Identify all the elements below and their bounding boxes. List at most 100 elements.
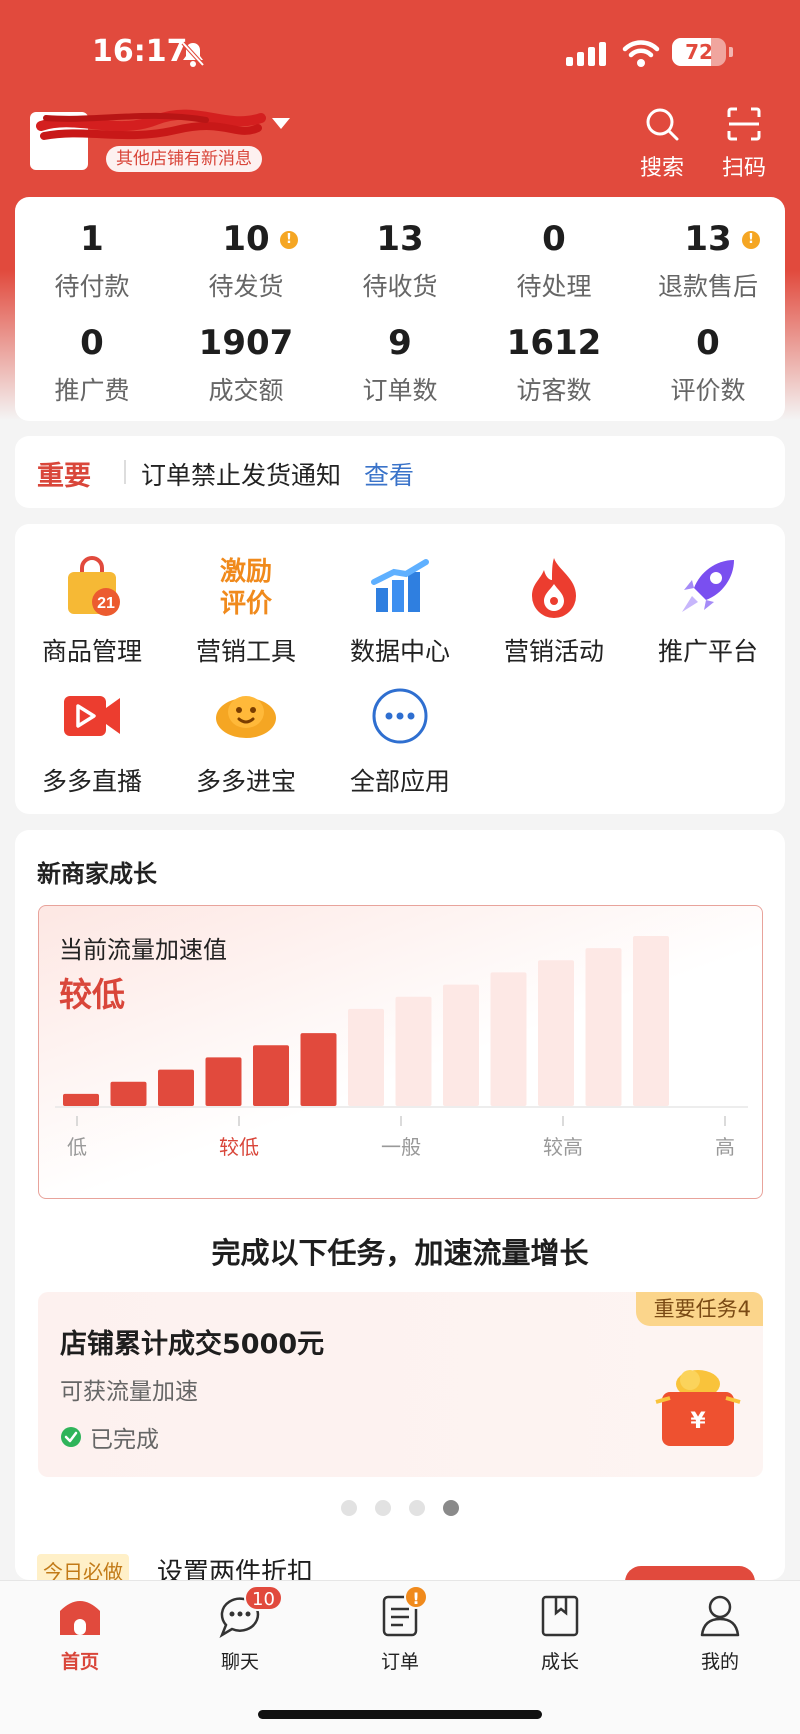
rocket-icon: [682, 560, 734, 612]
stat-value: 13: [684, 219, 732, 259]
task-subtitle: 可获流量加速: [60, 1379, 198, 1405]
stat-gmv[interactable]: 1907 成交额: [169, 323, 323, 407]
app-grid: 21 商品管理 激励 评价 营销工具 数据中心 营销活动 推广平台 多多直播 多…: [15, 524, 785, 814]
scan-button[interactable]: 扫码: [714, 106, 774, 182]
pager-dot[interactable]: [443, 1500, 459, 1516]
speed-bar: [633, 936, 669, 1106]
tab-orders[interactable]: ! 订单: [345, 1585, 455, 1674]
check-circle-icon: [61, 1427, 81, 1447]
stat-promotion-fee[interactable]: 0 推广费: [15, 323, 169, 407]
speed-tick-label: 一般: [381, 1135, 421, 1159]
notice-divider: [124, 460, 126, 484]
status-bar: 16:17 72: [0, 0, 800, 110]
traffic-speed-panel[interactable]: 低较低 一般 较高高 当前流量加速值 较低: [38, 905, 763, 1199]
app-label: 商品管理: [41, 637, 142, 666]
app-promotion-platform[interactable]: 推广平台: [631, 554, 785, 668]
search-label: 搜索: [639, 156, 684, 181]
growth-title: 新商家成长: [37, 860, 157, 888]
stat-value: 1: [80, 219, 104, 259]
stat-value: 9: [388, 323, 412, 363]
notice-view-link[interactable]: 查看: [364, 456, 414, 492]
speed-bar: [538, 960, 574, 1106]
alert-badge-icon: !: [280, 231, 298, 249]
home-icon: [60, 1601, 100, 1635]
speed-tick-label: 低: [67, 1135, 87, 1159]
pager-dot[interactable]: [409, 1500, 425, 1516]
tab-growth[interactable]: 成长: [505, 1591, 615, 1674]
app-duoduo-jinbao[interactable]: 多多进宝: [169, 684, 323, 798]
battery-nub: [729, 47, 733, 57]
review-text: 评价: [220, 589, 273, 618]
pager-dot[interactable]: [375, 1500, 391, 1516]
app-duoduo-live[interactable]: 多多直播: [15, 684, 169, 798]
stat-label: 推广费: [54, 376, 130, 405]
scan-label: 扫码: [721, 156, 766, 181]
app-all-apps[interactable]: 全部应用: [323, 684, 477, 798]
app-label: 多多进宝: [195, 767, 296, 796]
stat-value: 1907: [198, 323, 294, 363]
red-envelope-reward-icon: ¥: [655, 1370, 741, 1446]
speed-bar: [205, 1057, 242, 1106]
app-label: 全部应用: [349, 767, 450, 796]
task-title: 店铺累计成交5000元: [60, 1329, 325, 1360]
stat-label: 待收货: [362, 272, 438, 301]
stat-label: 待发货: [208, 272, 284, 301]
stat-pending-handling[interactable]: 0 待处理: [477, 219, 631, 303]
product-count-badge: 21: [97, 595, 115, 612]
speed-tick-label: 高: [715, 1135, 735, 1159]
important-notice-bar[interactable]: 重要 订单禁止发货通知 查看: [15, 436, 785, 508]
cellular-signal-icon: [566, 42, 606, 66]
store-switch-caret-icon[interactable]: [272, 118, 290, 129]
home-indicator[interactable]: [258, 1710, 542, 1719]
tasks-title: 完成以下任务，加速流量增长: [211, 1236, 589, 1270]
speed-bar: [490, 972, 527, 1106]
tab-label: 聊天: [220, 1651, 259, 1673]
stat-pending-shipment[interactable]: 10 待发货 !: [169, 219, 323, 303]
flame-icon: [532, 558, 576, 618]
bar-chart-icon: [371, 559, 429, 612]
tab-chat[interactable]: 10 聊天: [185, 1585, 295, 1674]
battery-percent: 72: [685, 40, 713, 64]
app-marketing-events[interactable]: 营销活动: [477, 554, 631, 668]
tab-label: 成长: [540, 1651, 579, 1673]
incentive-text: 激励: [220, 556, 272, 587]
tab-label: 订单: [380, 1651, 419, 1673]
orders-alert-badge: !: [404, 1585, 428, 1609]
task-status-label: 已完成: [90, 1427, 159, 1453]
app-label: 数据中心: [349, 637, 450, 666]
stat-refund-aftersale[interactable]: 13 退款售后 !: [631, 219, 785, 303]
task-card[interactable]: 重要任务4 店铺累计成交5000元 可获流量加速 已完成 ¥: [38, 1292, 763, 1477]
app-marketing-tools[interactable]: 激励 评价 营销工具: [169, 554, 323, 668]
stat-label: 评价数: [670, 376, 746, 405]
search-button[interactable]: 搜索: [632, 106, 692, 182]
speed-bar: [110, 1081, 147, 1106]
speed-current-value: 较低: [59, 975, 125, 1014]
store-stats-card: 1 待付款 10 待发货 ! 13 待收货 0 待处理 13 退款售后 ! 0 …: [15, 197, 785, 421]
stat-label: 成交额: [208, 376, 284, 405]
battery-icon: 72: [672, 38, 726, 66]
stat-pending-receipt[interactable]: 13 待收货: [323, 219, 477, 303]
other-store-message-pill[interactable]: 其他店铺有新消息: [106, 146, 262, 172]
stat-value: 10: [222, 219, 270, 259]
tab-home[interactable]: 首页: [25, 1591, 135, 1674]
store-name-redacted[interactable]: [36, 108, 266, 148]
stat-visitor-count[interactable]: 1612 访客数: [477, 323, 631, 407]
speed-tick-label: 较高: [543, 1135, 583, 1159]
growth-book-icon: [541, 1595, 579, 1637]
status-time: 16:17: [92, 34, 188, 69]
tab-label: 我的: [700, 1651, 739, 1673]
wifi-icon: [622, 40, 660, 67]
app-data-center[interactable]: 数据中心: [323, 554, 477, 668]
speed-bar: [348, 1008, 384, 1106]
speed-bar: [63, 1093, 99, 1106]
speed-bar: [300, 1033, 337, 1106]
pager-dot[interactable]: [341, 1500, 357, 1516]
stat-review-count[interactable]: 0 评价数: [631, 323, 785, 407]
stat-order-count[interactable]: 9 订单数: [323, 323, 477, 407]
user-profile-icon: [700, 1595, 740, 1637]
stat-pending-payment[interactable]: 1 待付款: [15, 219, 169, 303]
stat-label: 访客数: [516, 376, 592, 405]
new-merchant-growth-card: 新商家成长 低较低 一般 较高高 当前流量加速值 较低 完成以下任务，加速流量增长 …: [15, 830, 785, 1580]
app-product-management[interactable]: 21 商品管理: [15, 554, 169, 668]
tab-profile[interactable]: 我的: [665, 1591, 775, 1674]
